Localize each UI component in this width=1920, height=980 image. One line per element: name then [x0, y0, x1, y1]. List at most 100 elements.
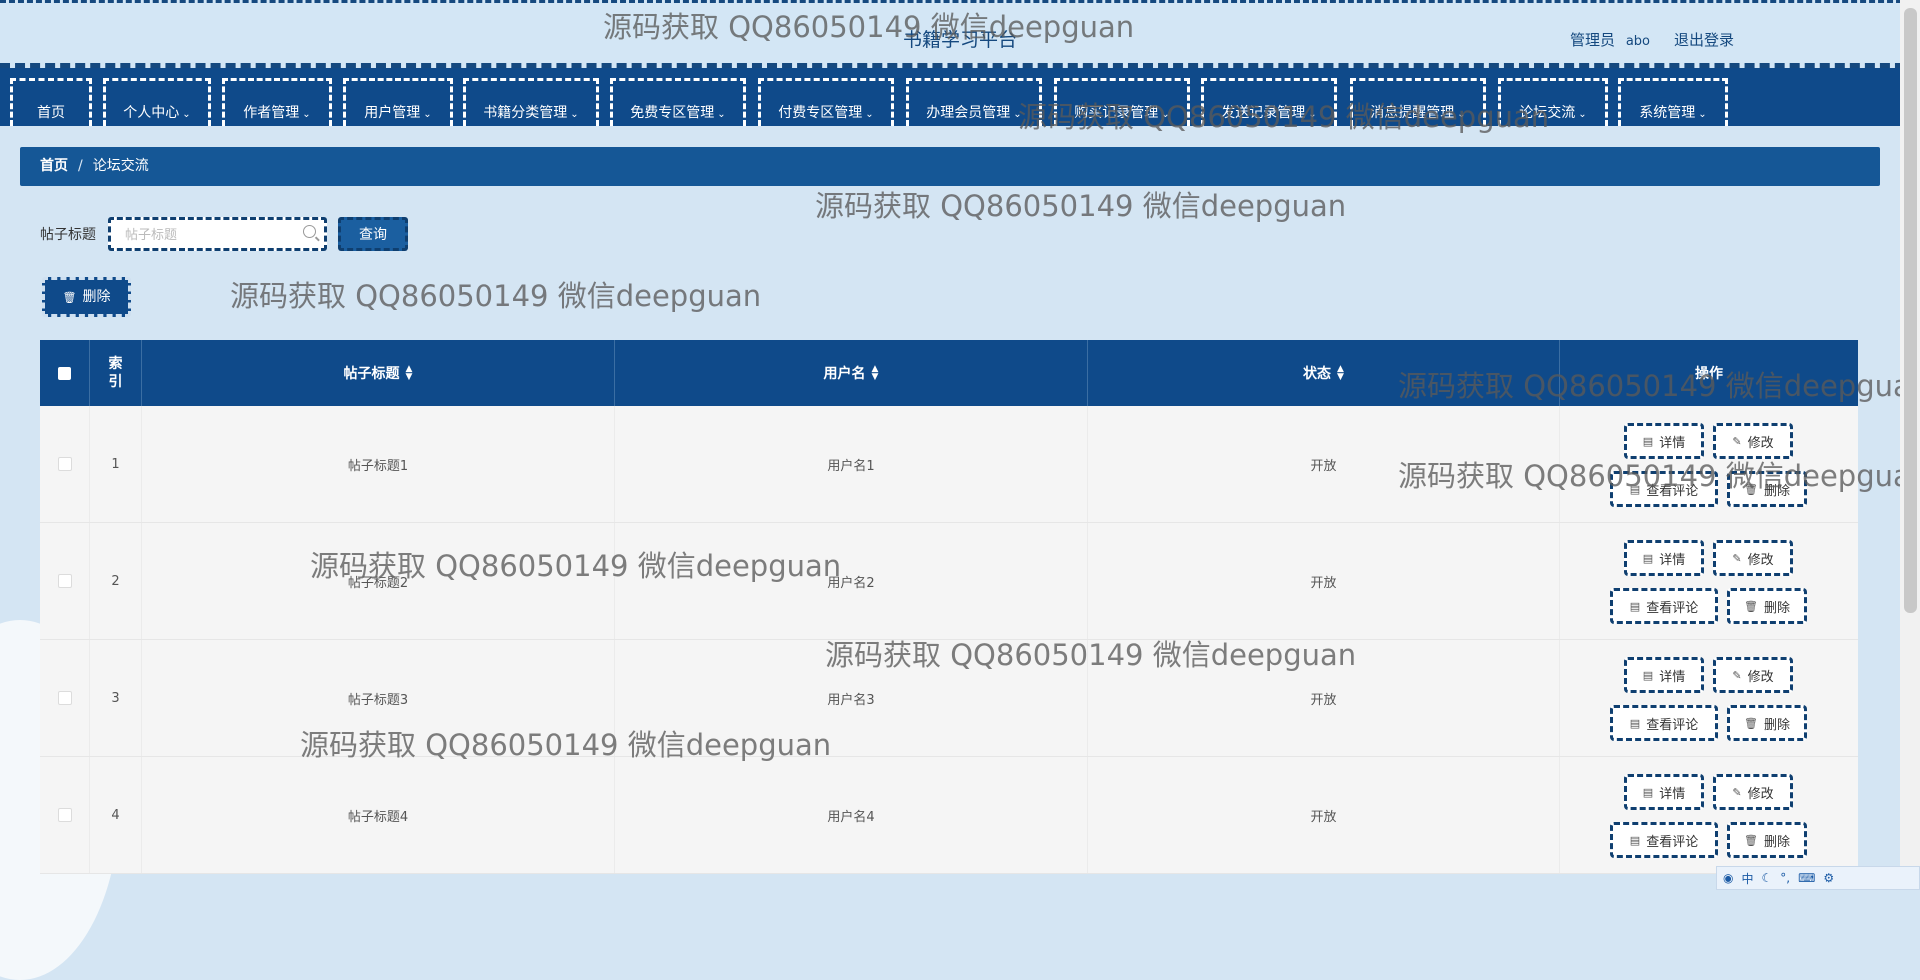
select-all-cell: [40, 340, 90, 406]
nav-item-membership-management[interactable]: 办理会员管理 ⌄: [906, 78, 1042, 126]
select-all-checkbox[interactable]: [58, 366, 71, 380]
column-header-title[interactable]: 帖子标题 ▲ ▼: [142, 340, 615, 406]
ime-toolbar: ◉ 中 ☾ °, ⌨ ⚙: [1716, 866, 1920, 890]
nav-item-label: 系统管理: [1639, 105, 1696, 121]
chevron-down-icon: ⌄: [717, 109, 726, 120]
pencil-icon: ✎: [1732, 785, 1742, 799]
status-cell: 开放: [1088, 757, 1560, 873]
username-cell: 用户名4: [615, 757, 1088, 873]
trash-icon: 🗑: [1744, 716, 1758, 730]
query-button[interactable]: 查询: [338, 217, 408, 251]
ime-language-toggle[interactable]: 中: [1741, 870, 1753, 887]
edit-button[interactable]: ✎ 修改: [1713, 657, 1793, 693]
index-cell: 4: [90, 757, 142, 873]
delete-button[interactable]: 🗑 删除: [1727, 588, 1807, 624]
nav-item-send-records[interactable]: 发送记录管理 ⌄: [1201, 78, 1337, 126]
chevron-down-icon: ⌄: [570, 109, 579, 120]
row-select-cell: [40, 523, 90, 639]
scrollbar-thumb[interactable]: [1904, 8, 1917, 613]
title-cell: 帖子标题3: [142, 640, 615, 756]
watermark: 源码获取 QQ86050149 微信deepguan: [230, 279, 762, 313]
detail-button[interactable]: ▤ 详情: [1624, 540, 1704, 576]
pencil-icon: ✎: [1732, 668, 1742, 682]
search-label: 帖子标题: [40, 227, 96, 243]
forum-table: 索引 帖子标题 ▲ ▼ 用户名 ▲ ▼ 状态 ▲ ▼ 操作 1 帖子标题1 用户名1 开放 …: [40, 340, 1858, 890]
batch-delete-button[interactable]: 🗑 删除: [42, 277, 131, 317]
nav-item-label: 首页: [37, 105, 65, 121]
nav-item-purchase-records[interactable]: 购买记录管理 ⌄: [1054, 78, 1190, 126]
detail-button[interactable]: ▤ 详情: [1624, 657, 1704, 693]
detail-button[interactable]: ▤ 详情: [1624, 774, 1704, 810]
row-checkbox[interactable]: [57, 691, 72, 705]
search-icon: [303, 225, 316, 238]
row-checkbox[interactable]: [57, 574, 72, 588]
row-select-cell: [40, 640, 90, 756]
document-icon: ▤: [1642, 785, 1654, 799]
nav-item-forum[interactable]: 论坛交流 ⌄: [1498, 78, 1608, 126]
moon-icon[interactable]: ☾: [1762, 871, 1773, 885]
delete-button[interactable]: 🗑 删除: [1727, 471, 1807, 507]
edit-button[interactable]: ✎ 修改: [1713, 774, 1793, 810]
nav-item-paid-zone-management[interactable]: 付费专区管理 ⌄: [758, 78, 894, 126]
row-select-cell: [40, 757, 90, 873]
table-row: 2 帖子标题2 用户名2 开放 ▤ 详情 ✎ 修改 ▤ 查看评论 🗑 删除: [40, 523, 1858, 640]
chevron-down-icon: ⌄: [302, 109, 311, 120]
row-checkbox[interactable]: [57, 457, 72, 471]
search-input[interactable]: [123, 221, 297, 249]
nav-item-label: 办理会员管理: [926, 105, 1011, 121]
sort-icon: ▲ ▼: [405, 364, 413, 382]
nav-item-label: 用户管理: [364, 105, 421, 121]
document-icon: ▤: [1629, 482, 1641, 496]
table-row: 4 帖子标题4 用户名4 开放 ▤ 详情 ✎ 修改 ▤ 查看评论 🗑 删除: [40, 757, 1858, 874]
breadcrumb: 首页 / 论坛交流: [20, 147, 1880, 186]
breadcrumb-home[interactable]: 首页: [40, 158, 68, 174]
ime-logo-icon[interactable]: ◉: [1723, 871, 1733, 885]
table-row: 1 帖子标题1 用户名1 开放 ▤ 详情 ✎ 修改 ▤ 查看评论 🗑 删除: [40, 406, 1858, 523]
edit-button[interactable]: ✎ 修改: [1713, 423, 1793, 459]
nav-item-user-management[interactable]: 用户管理 ⌄: [343, 78, 453, 126]
column-header-username[interactable]: 用户名 ▲ ▼: [615, 340, 1088, 406]
punctuation-icon[interactable]: °,: [1780, 871, 1790, 885]
search-box: [108, 217, 327, 251]
nav-item-message-reminders[interactable]: 消息提醒管理 ⌄: [1350, 78, 1486, 126]
page-scrollbar[interactable]: [1900, 0, 1920, 890]
admin-username: abo: [1625, 34, 1650, 49]
row-checkbox[interactable]: [57, 808, 72, 822]
pencil-icon: ✎: [1732, 434, 1742, 448]
nav-item-label: 论坛交流: [1519, 105, 1576, 121]
column-header-actions: 操作: [1695, 366, 1723, 382]
view-comments-button[interactable]: ▤ 查看评论: [1610, 705, 1718, 741]
status-cell: 开放: [1088, 640, 1560, 756]
view-comments-button[interactable]: ▤ 查看评论: [1610, 471, 1718, 507]
nav-item-label: 付费专区管理: [778, 105, 863, 121]
nav-item-personal-center[interactable]: 个人中心 ⌄: [103, 78, 211, 126]
settings-icon[interactable]: ⚙: [1823, 871, 1834, 885]
delete-button[interactable]: 🗑 删除: [1727, 705, 1807, 741]
sort-icon: ▲ ▼: [871, 364, 879, 382]
edit-button[interactable]: ✎ 修改: [1713, 540, 1793, 576]
chevron-down-icon: ⌄: [1578, 109, 1587, 120]
table-row: 3 帖子标题3 用户名3 开放 ▤ 详情 ✎ 修改 ▤ 查看评论 🗑 删除: [40, 640, 1858, 757]
nav-item-author-management[interactable]: 作者管理 ⌄: [222, 78, 332, 126]
view-comments-button[interactable]: ▤ 查看评论: [1610, 822, 1718, 858]
column-header-status[interactable]: 状态 ▲ ▼: [1088, 340, 1560, 406]
nav-item-label: 作者管理: [243, 105, 300, 121]
nav-item-free-zone-management[interactable]: 免费专区管理 ⌄: [610, 78, 746, 126]
sort-icon: ▲ ▼: [1337, 364, 1344, 382]
row-select-cell: [40, 406, 90, 522]
trash-icon: 🗑: [1744, 599, 1758, 613]
keyboard-icon[interactable]: ⌨: [1798, 871, 1815, 885]
view-comments-button[interactable]: ▤ 查看评论: [1610, 588, 1718, 624]
chevron-down-icon: ⌄: [865, 109, 874, 120]
nav-item-book-category-management[interactable]: 书籍分类管理 ⌄: [463, 78, 599, 126]
main-nav: 首页 个人中心 ⌄ 作者管理 ⌄ 用户管理 ⌄ 书籍分类管理 ⌄ 免费专区管理 ⌄ 付费专…: [0, 68, 1900, 126]
index-cell: 3: [90, 640, 142, 756]
nav-item-system-management[interactable]: 系统管理 ⌄: [1618, 78, 1728, 126]
document-icon: ▤: [1642, 668, 1654, 682]
chevron-down-icon: ⌄: [1013, 109, 1022, 120]
delete-button[interactable]: 🗑 删除: [1727, 822, 1807, 858]
logout-link[interactable]: 退出登录: [1674, 29, 1734, 50]
document-icon: ▤: [1629, 599, 1641, 613]
nav-item-home[interactable]: 首页: [10, 78, 92, 126]
detail-button[interactable]: ▤ 详情: [1624, 423, 1704, 459]
